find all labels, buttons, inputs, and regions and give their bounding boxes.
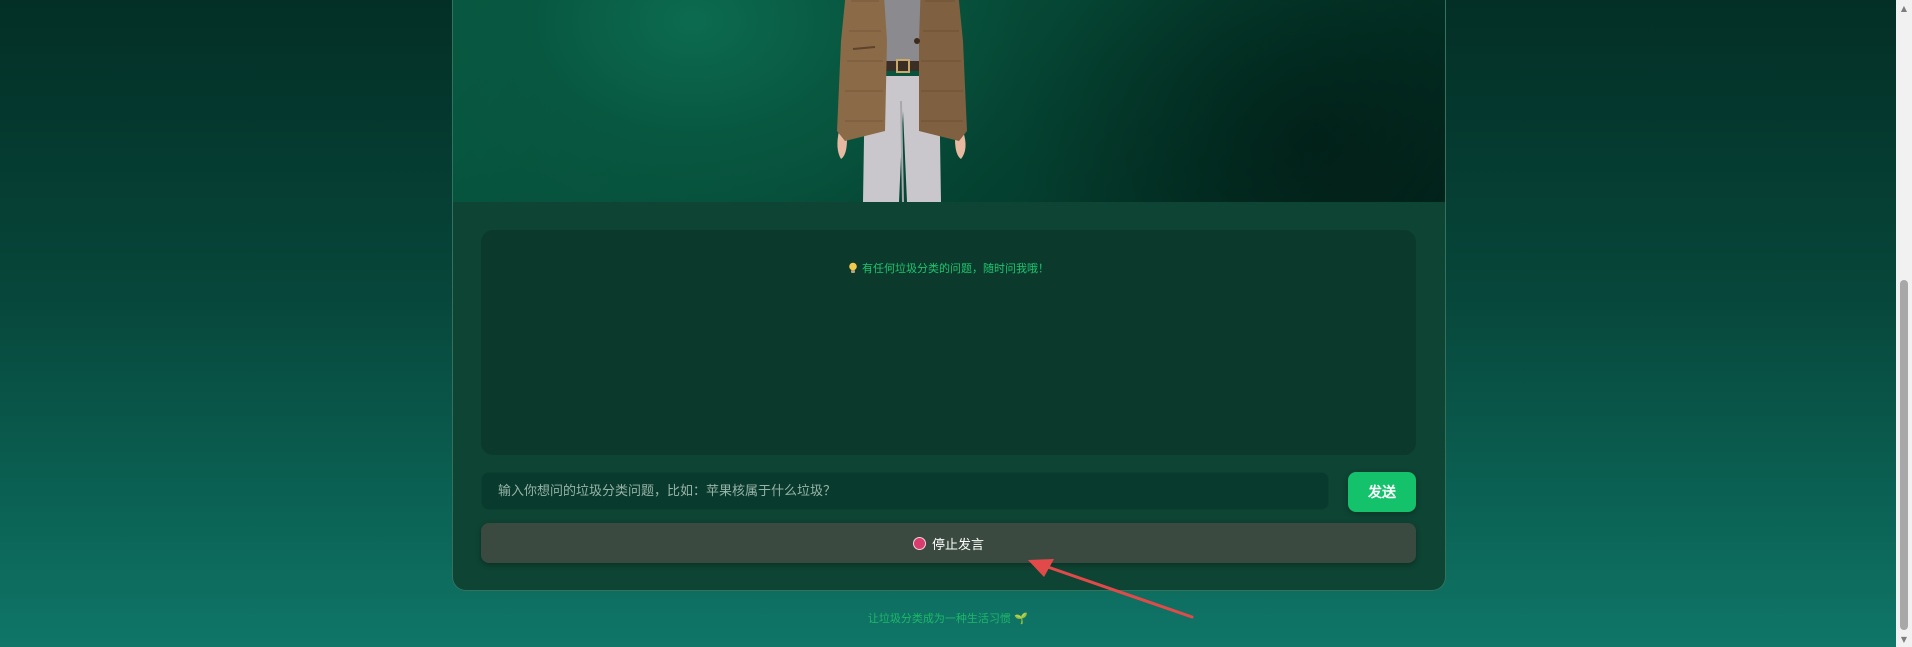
assistant-card: 有任何垃圾分类的问题，随时问我哦！ 发送 停止发言 [452, 0, 1446, 591]
annotation-arrow [1028, 559, 1194, 619]
stop-speaking-button[interactable]: 停止发言 [481, 523, 1416, 563]
scroll-up-icon[interactable]: ▲ [1896, 0, 1912, 16]
page: 有任何垃圾分类的问题，随时问我哦！ 发送 停止发言 让垃圾分类成为一种生活习惯 … [0, 0, 1896, 647]
page-scrollbar[interactable]: ▲ ▼ [1896, 0, 1912, 647]
scrollbar-thumb[interactable] [1900, 280, 1908, 630]
digital-human-area [453, 0, 1445, 202]
digital-human-avatar [837, 0, 967, 202]
send-button[interactable]: 发送 [1348, 472, 1416, 512]
bulb-icon [848, 262, 858, 277]
scroll-down-icon[interactable]: ▼ [1896, 631, 1912, 647]
chat-history-panel: 有任何垃圾分类的问题，随时问我哦！ [481, 230, 1416, 455]
input-row: 发送 [481, 472, 1416, 512]
chat-hint: 有任何垃圾分类的问题，随时问我哦！ [481, 260, 1416, 277]
question-input[interactable] [481, 472, 1329, 510]
stop-speaking-label: 停止发言 [931, 537, 984, 553]
chat-hint-text: 有任何垃圾分类的问题，随时问我哦！ [862, 262, 1049, 275]
footer-slogan: 让垃圾分类成为一种生活习惯 🌱 [867, 612, 1029, 625]
stop-record-icon [912, 536, 926, 550]
